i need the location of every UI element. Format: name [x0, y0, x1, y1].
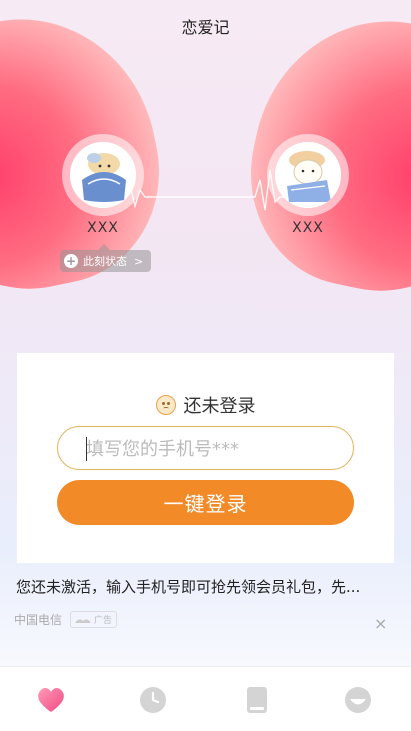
tab-diary[interactable]: [242, 685, 272, 715]
tab-timeline[interactable]: [138, 685, 168, 715]
tab-profile[interactable]: [343, 685, 373, 715]
ad-badge-label: 广告: [94, 616, 113, 626]
right-avatar[interactable]: [267, 134, 349, 216]
ad-logo-icon: [75, 618, 92, 623]
status-label: 此刻状态: [83, 255, 127, 268]
clock-icon: [140, 687, 166, 713]
left-user-name: XXX: [87, 220, 119, 236]
one-click-login-button[interactable]: 一键登录: [57, 480, 354, 525]
sleeping-bear-icon: [70, 142, 136, 208]
page-title: 恋爱记: [181, 18, 230, 37]
smile-face-icon: [345, 687, 371, 713]
add-icon: +: [64, 254, 78, 268]
phone-number-input[interactable]: 填写您的手机号***: [57, 426, 354, 470]
ad-meta: 中国电信 广告: [14, 611, 118, 628]
phone-placeholder: 填写您的手机号***: [86, 439, 239, 460]
bear-blanket-icon: [275, 142, 341, 208]
ad-source: 中国电信: [14, 613, 63, 627]
ad-text[interactable]: 您还未激活，输入手机号即可抢先领会员礼包，先...: [16, 576, 388, 597]
bottom-tab-bar: [0, 666, 411, 731]
status-button[interactable]: + 此刻状态 >: [60, 250, 152, 272]
ad-badge: 广告: [70, 611, 118, 628]
right-user-name: XXX: [292, 220, 324, 236]
book-icon: [247, 687, 267, 713]
login-status-title: 还未登录: [17, 392, 394, 418]
left-avatar[interactable]: [62, 134, 144, 216]
login-card: 还未登录 填写您的手机号*** 一键登录: [17, 353, 394, 563]
login-title-text: 还未登录: [183, 396, 256, 417]
worried-face-icon: [155, 395, 176, 415]
right-avatar-image: [275, 142, 341, 208]
tab-love[interactable]: [36, 685, 66, 715]
chevron-right-icon: >: [134, 254, 144, 268]
text-caret: [86, 437, 87, 461]
ad-close-icon[interactable]: ×: [374, 614, 387, 633]
left-avatar-image: [70, 142, 136, 208]
heart-icon: [38, 688, 64, 712]
